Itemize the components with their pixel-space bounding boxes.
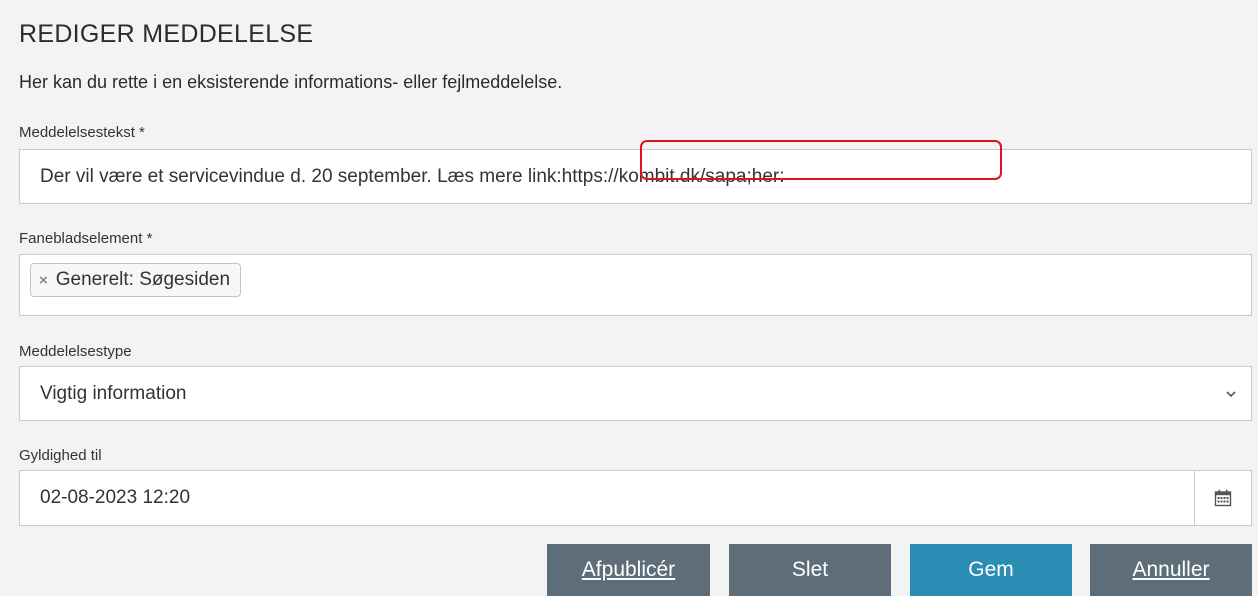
save-label: Gem [968, 558, 1014, 581]
calendar-icon [1214, 489, 1232, 507]
message-type-label: Meddelelsestype [19, 343, 132, 360]
save-button[interactable]: Gem [910, 544, 1072, 596]
valid-until-value: 02-08-2023 12:20 [40, 487, 191, 508]
remove-tag-icon[interactable]: × [39, 272, 48, 289]
delete-label: Slet [791, 558, 829, 581]
message-type-select[interactable]: Vigtig information [19, 366, 1252, 421]
cancel-label: Annuller [1132, 558, 1210, 581]
tag-label: Generelt: Søgesiden [55, 269, 231, 290]
valid-until-input[interactable]: 02-08-2023 12:20 [19, 470, 1252, 526]
chevron-down-icon [1226, 390, 1236, 397]
page-title: REDIGER MEDDELELSE [19, 20, 314, 48]
tag-chip: × Generelt: Søgesiden [30, 263, 242, 297]
calendar-button[interactable] [1194, 471, 1251, 525]
valid-until-label: Gyldighed til [19, 447, 102, 464]
page-intro: Her kan du rette i en eksisterende infor… [19, 72, 563, 92]
message-text-label: Meddelelsestekst * [19, 124, 145, 141]
tab-element-multiselect[interactable]: × Generelt: Søgesiden [19, 254, 1252, 316]
message-text-input[interactable]: Der vil være et servicevindue d. 20 sept… [19, 149, 1252, 204]
delete-button[interactable]: Slet [729, 544, 891, 596]
tab-element-label: Fanebladselement * [19, 230, 153, 247]
unpublish-button[interactable]: Afpublicér [547, 544, 710, 596]
cancel-button[interactable]: Annuller [1090, 544, 1252, 596]
highlight-annotation [640, 140, 1002, 180]
message-type-value: Vigtig information [40, 382, 187, 404]
unpublish-label: Afpublicér [581, 558, 676, 581]
